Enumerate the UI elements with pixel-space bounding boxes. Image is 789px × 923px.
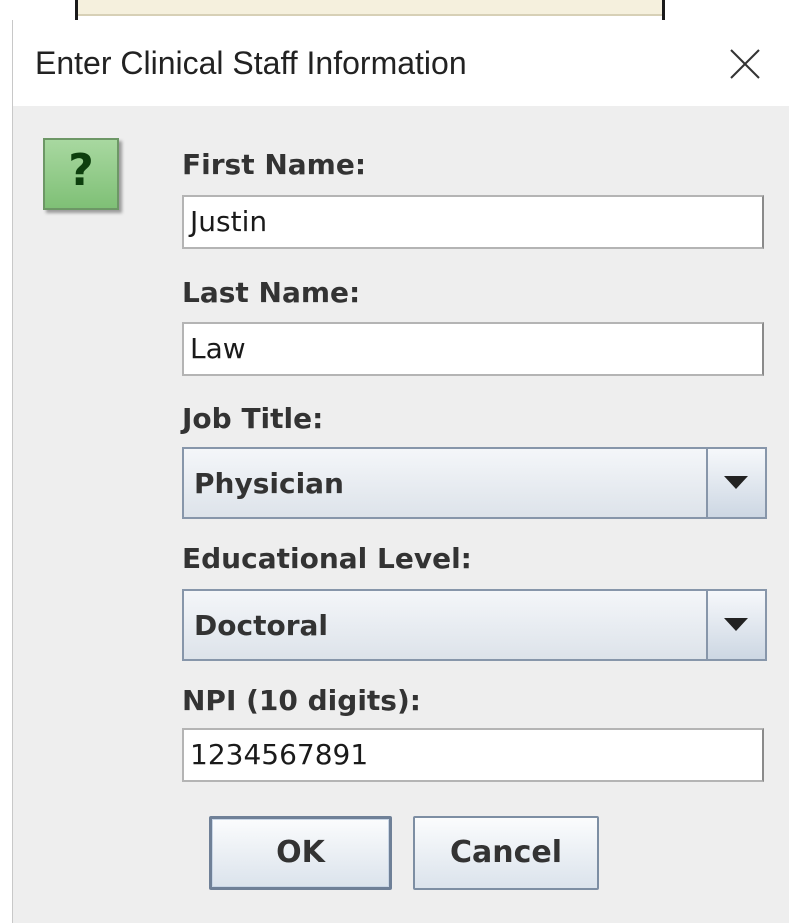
educational-level-selected-value: Doctoral [194, 609, 328, 642]
chevron-down-icon [724, 476, 748, 489]
chevron-down-icon [724, 618, 748, 631]
npi-field[interactable]: 1234567891 [182, 728, 764, 782]
first-name-field[interactable]: Justin [182, 195, 764, 249]
educational-level-dropdown-button[interactable] [706, 591, 765, 659]
ok-button[interactable]: OK [209, 816, 392, 890]
background-window-edge-right [662, 0, 665, 20]
cancel-button[interactable]: Cancel [413, 816, 599, 890]
npi-label: NPI (10 digits): [182, 684, 421, 717]
job-title-select[interactable]: Physician [182, 447, 767, 519]
first-name-label: First Name: [182, 148, 367, 181]
question-glyph: ? [68, 145, 94, 196]
educational-level-label: Educational Level: [182, 542, 472, 575]
question-icon: ? [43, 138, 119, 210]
background-window-panel [78, 0, 662, 16]
job-title-dropdown-button[interactable] [706, 449, 765, 517]
job-title-selected-value: Physician [194, 467, 344, 500]
last-name-label: Last Name: [182, 276, 361, 309]
last-name-field[interactable]: Law [182, 322, 764, 376]
dialog-titlebar: Enter Clinical Staff Information [13, 20, 789, 106]
background-window-strip [0, 0, 789, 20]
close-icon[interactable] [725, 44, 765, 84]
educational-level-select[interactable]: Doctoral [182, 589, 767, 661]
dialog-title: Enter Clinical Staff Information [35, 45, 467, 81]
job-title-label: Job Title: [182, 402, 324, 435]
clinical-staff-dialog: Enter Clinical Staff Information ? First… [12, 20, 789, 923]
